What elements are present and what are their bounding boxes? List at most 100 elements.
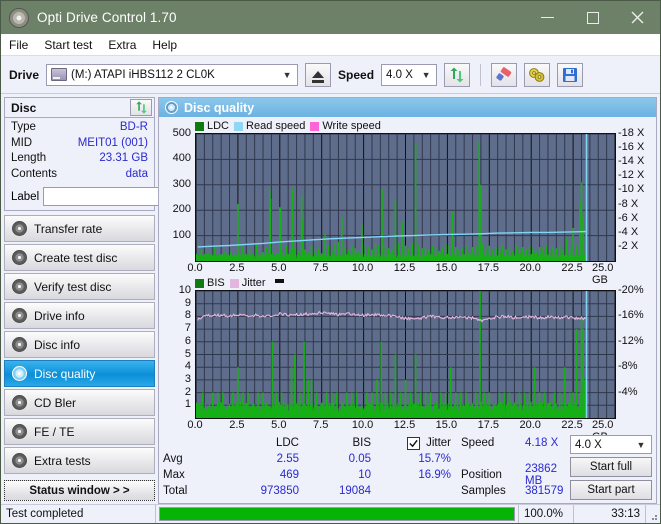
sidebar-item-disc-info[interactable]: Disc info [4, 331, 155, 358]
sidebar-item-extra-tests[interactable]: Extra tests [4, 447, 155, 474]
stats-row-total-label: Total [163, 483, 223, 499]
resize-grip[interactable] [646, 505, 660, 523]
sidebar-item-verify-test-disc[interactable]: Verify test disc [4, 273, 155, 300]
legend-swatch [230, 279, 239, 288]
disc-contents-label: Contents [11, 167, 57, 183]
disc-label-caption: Label [11, 191, 39, 203]
disc-icon [12, 308, 27, 323]
chart-bottom-y-axis: 12345678910 [159, 290, 195, 419]
stats-ldc-header: LDC [276, 435, 299, 451]
disc-label-row: Label [5, 185, 154, 210]
samples-value: 381579 [525, 483, 570, 499]
test-speed-value: 4.0 X [575, 439, 633, 451]
start-part-button[interactable]: Start part [570, 480, 652, 500]
stats-bis-header: BIS [352, 435, 371, 451]
x-tick-label: 2.5 [229, 419, 244, 431]
sidebar: Disc Type BD-R MID MEIT [1, 94, 158, 504]
sidebar-item-label: Extra tests [34, 454, 91, 468]
samples-label: Samples [461, 483, 521, 499]
x-tick-label: 2.5 [229, 262, 244, 274]
start-full-button[interactable]: Start full [570, 457, 652, 477]
status-window-button[interactable]: Status window > > [4, 480, 155, 501]
chart-ldc-speed: LDC Read speed Write speed [159, 119, 656, 276]
legend-label: Read speed [246, 120, 305, 132]
chevron-down-icon: ▼ [418, 70, 434, 80]
sidebar-item-transfer-rate[interactable]: Transfer rate [4, 215, 155, 242]
y-tick-label: 6 [185, 335, 191, 347]
sidebar-item-label: Disc quality [34, 367, 95, 381]
y-tick-label: 3 [185, 373, 191, 385]
y2-tick-label: -16% [618, 309, 644, 321]
test-speed-select[interactable]: 4.0 X ▼ [570, 435, 652, 454]
disc-type-value: BD-R [120, 120, 148, 136]
drive-label: Drive [9, 68, 39, 82]
refresh-button[interactable] [444, 63, 470, 87]
chart-legend-bottom: BIS Jitter [159, 276, 656, 290]
save-button[interactable] [557, 63, 583, 87]
menu-help[interactable]: Help [152, 38, 177, 52]
chart-bis-jitter: BIS Jitter 12345678910 -4%-8%-12%-16%- [159, 276, 656, 433]
menu-extra[interactable]: Extra [108, 38, 136, 52]
menu-start-test[interactable]: Start test [44, 38, 92, 52]
chart-top-y2-axis: -2 X-4 X-6 X-8 X-10 X-12 X-14 X-16 X-18 … [616, 133, 656, 262]
x-tick-label: 5.0 [271, 262, 286, 274]
disc-info-panel: Disc Type BD-R MID MEIT [4, 97, 155, 211]
disc-icon [12, 453, 27, 468]
speed-select[interactable]: 4.0 X ▼ [381, 64, 437, 86]
x-tick-label: 22.5 [561, 262, 582, 274]
disc-panel-title: Disc [11, 101, 36, 115]
disc-refresh-button[interactable] [130, 99, 152, 116]
minimize-button[interactable] [525, 1, 570, 34]
disc-tools-button[interactable] [524, 63, 550, 87]
x-tick-label: 15.0 [436, 262, 457, 274]
maximize-button[interactable] [570, 1, 615, 34]
y-tick-label: 5 [185, 348, 191, 360]
check-icon [409, 439, 418, 448]
sidebar-item-cd-bler[interactable]: CD Bler [4, 389, 155, 416]
app-icon [9, 8, 29, 28]
refresh-icon [449, 67, 465, 83]
stats-bis-total: 19084 [339, 483, 371, 499]
stats-spacer [163, 435, 223, 451]
refresh-icon [135, 101, 148, 114]
save-floppy-icon [562, 67, 578, 83]
sidebar-item-fe-te[interactable]: FE / TE [4, 418, 155, 445]
chart-top-x-axis: 0.02.55.07.510.012.515.017.520.022.525.0… [195, 262, 616, 276]
sidebar-item-label: Transfer rate [34, 222, 102, 236]
y2-tick-label: -2 X [618, 240, 638, 252]
jitter-header: Jitter [407, 435, 451, 451]
disc-icon [12, 424, 27, 439]
disc-mid-value: MEIT01 (001) [78, 136, 148, 152]
legend-read-speed: Read speed [234, 120, 305, 132]
y-tick-label: 400 [173, 152, 191, 164]
legend-swatch [310, 122, 319, 131]
drive-select[interactable]: (M:) ATAPI iHBS112 2 CL0K ▼ [46, 64, 298, 86]
sidebar-item-create-test-disc[interactable]: Create test disc [4, 244, 155, 271]
toolbar: Drive (M:) ATAPI iHBS112 2 CL0K ▼ Speed … [1, 56, 660, 94]
y2-tick-label: -12 X [618, 169, 644, 181]
close-icon [631, 11, 644, 24]
legend-label: LDC [207, 120, 229, 132]
disc-contents-value: data [126, 167, 148, 183]
stats-col-jitter: Jitter 15.7% 16.9% [371, 435, 455, 500]
jitter-checkbox[interactable] [407, 437, 420, 450]
chevron-down-icon: ▼ [279, 70, 295, 80]
close-button[interactable] [615, 1, 660, 34]
y-tick-label: 10 [179, 284, 191, 296]
sidebar-item-label: Disc info [34, 338, 80, 352]
x-tick-label: 15.0 [436, 419, 457, 431]
menu-file[interactable]: File [9, 38, 28, 52]
y2-tick-label: -4 X [618, 226, 638, 238]
disc-row-contents: Contents data [11, 167, 148, 183]
disc-icon [12, 279, 27, 294]
sidebar-item-label: Verify test disc [34, 280, 111, 294]
eject-button[interactable] [305, 63, 331, 87]
sidebar-item-drive-info[interactable]: Drive info [4, 302, 155, 329]
stats-row-max-label: Max [163, 467, 223, 483]
sidebar-item-disc-quality[interactable]: Disc quality [4, 360, 155, 387]
y-tick-label: 9 [185, 297, 191, 309]
legend-jitter: Jitter [230, 277, 266, 289]
legend-label: BIS [207, 277, 225, 289]
erase-button[interactable] [491, 63, 517, 87]
x-tick-label: 0.0 [187, 262, 202, 274]
